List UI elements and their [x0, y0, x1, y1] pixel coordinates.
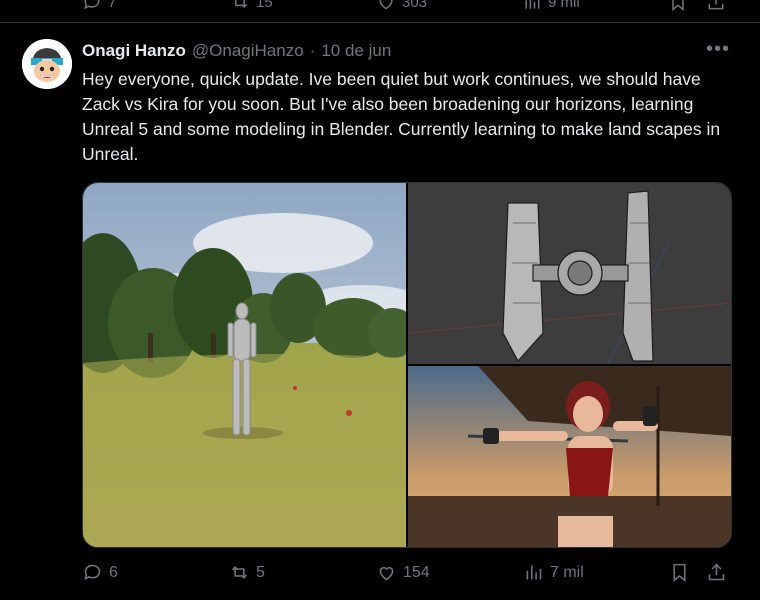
media-image-landscape[interactable]: [83, 183, 406, 547]
previous-share-button[interactable]: [706, 0, 726, 12]
share-icon: [708, 0, 724, 10]
tweet-date[interactable]: 10 de jun: [321, 41, 391, 61]
more-options-button[interactable]: •••: [706, 38, 730, 61]
like-count: 154: [403, 563, 430, 581]
avatar-cartoon-face: [22, 39, 72, 89]
previous-bookmark-button[interactable]: [668, 0, 688, 12]
avatar[interactable]: [22, 39, 72, 89]
reply-icon: [84, 0, 100, 10]
bookmark-icon: [672, 0, 684, 12]
repost-icon: [233, 0, 248, 9]
views-icon: [526, 565, 542, 580]
reply-icon: [84, 564, 101, 581]
previous-like-count: 303: [402, 0, 428, 11]
reply-button[interactable]: 6: [82, 562, 118, 583]
previous-repost-count: 15: [256, 0, 273, 11]
author-handle[interactable]: @OnagiHanzo: [192, 41, 304, 61]
separator-dot: ·: [309, 41, 316, 60]
share-button[interactable]: [706, 562, 727, 583]
repost-count: 5: [256, 563, 265, 581]
author-name[interactable]: Onagi Hanzo: [82, 41, 186, 61]
views-icon: [525, 0, 540, 9]
media-image-character[interactable]: [408, 366, 731, 547]
reply-count: 6: [109, 563, 118, 581]
blender-scene: [408, 183, 731, 364]
share-icon: [708, 563, 725, 581]
media-image-blender[interactable]: [408, 183, 731, 364]
tweet-text: Hey everyone, quick update. Ive been qui…: [82, 69, 721, 164]
media-grid: [82, 182, 732, 548]
repost-button[interactable]: 5: [229, 562, 265, 583]
repost-icon: [231, 566, 248, 579]
previous-repost-button[interactable]: 15: [230, 0, 273, 12]
landscape-scene: [83, 183, 406, 547]
previous-view-count: 9 mil: [548, 0, 580, 11]
heart-icon: [379, 567, 394, 581]
previous-reply-button[interactable]: 7: [82, 0, 116, 12]
previous-reply-count: 7: [108, 0, 117, 11]
previous-tweet-actions: 7 15 303 9 mil: [0, 0, 760, 23]
view-count: 7 mil: [550, 563, 584, 581]
character-scene: [408, 366, 731, 547]
bookmark-icon: [673, 563, 686, 583]
like-button[interactable]: 154: [376, 562, 430, 583]
tweet-header: Onagi Hanzo @OnagiHanzo · 10 de jun: [82, 41, 391, 61]
views-button[interactable]: 7 mil: [523, 562, 584, 583]
heart-icon: [379, 0, 393, 10]
bookmark-button[interactable]: [669, 562, 690, 583]
previous-views-button[interactable]: 9 mil: [522, 0, 580, 12]
previous-like-button[interactable]: 303: [376, 0, 427, 12]
tweet-actions: 6 5 154 7 mil: [82, 562, 742, 590]
